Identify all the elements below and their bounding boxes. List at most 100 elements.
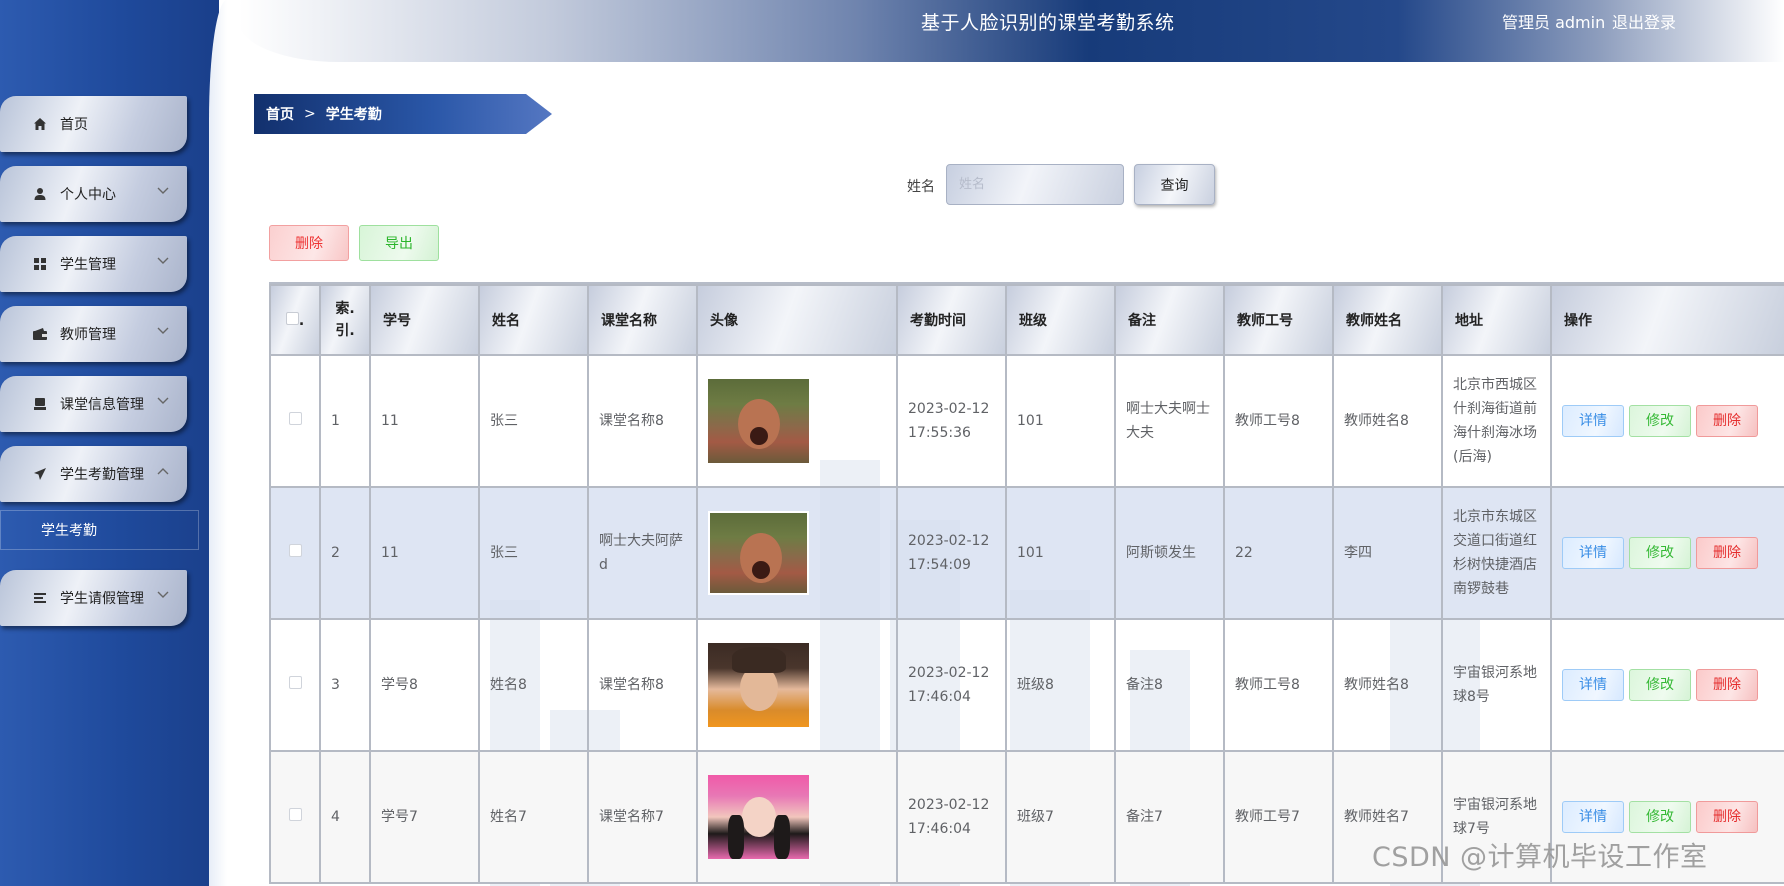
sidebar-item-teacher-management[interactable]: 教师管理	[0, 306, 187, 362]
sidebar: 首页 个人中心 学生管理 教师管理 课堂信息管理 学生考勤管理 学生考勤 学生请…	[0, 0, 227, 886]
row-time: 2023-02-12 17:46:04	[896, 618, 1007, 752]
app-title: 基于人脸识别的课堂考勤系统	[921, 12, 1175, 34]
row-index: 4	[319, 750, 371, 884]
row-teacher-name: 教师姓名8	[1332, 354, 1443, 488]
search-button[interactable]: 查询	[1134, 164, 1215, 205]
row-name: 姓名7	[478, 750, 589, 884]
current-user: 管理员 admin	[1502, 13, 1606, 32]
row-time: 2023-02-12 17:46:04	[896, 750, 1007, 884]
batch-delete-button[interactable]: 删除	[269, 225, 349, 261]
breadcrumb-home[interactable]: 首页	[266, 104, 294, 124]
row-course: 啊士大夫阿萨d	[587, 486, 698, 620]
csdn-watermark: CSDN @计算机毕设工作室	[1372, 842, 1708, 873]
row-time: 2023-02-12 17:54:09	[896, 486, 1007, 620]
sidebar-item-label: 学生考勤管理	[60, 467, 144, 483]
row-remark: 备注8	[1114, 618, 1225, 752]
edit-button[interactable]: 修改	[1629, 669, 1691, 701]
sidebar-item-label: 首页	[60, 117, 88, 133]
row-time-clock: 17:46:04	[908, 689, 971, 705]
detail-button[interactable]: 详情	[1562, 669, 1624, 701]
avatar-photo	[708, 511, 809, 595]
select-all-checkbox[interactable]	[285, 311, 299, 325]
row-course: 课堂名称8	[587, 618, 698, 752]
row-actions: 详情 修改 删除	[1550, 354, 1784, 488]
breadcrumb-current: 学生考勤	[325, 107, 382, 123]
row-student-no: 学号7	[369, 750, 480, 884]
row-checkbox[interactable]	[288, 412, 302, 425]
sidebar-item-label: 学生管理	[60, 257, 116, 273]
select-all-header[interactable]: .	[269, 284, 321, 356]
column-header-course: 课堂名称	[587, 284, 698, 356]
row-select-cell[interactable]	[269, 618, 321, 752]
row-time-clock: 17:55:36	[908, 425, 971, 441]
row-student-no: 11	[369, 354, 480, 488]
sidebar-menu: 首页 个人中心 学生管理 教师管理 课堂信息管理 学生考勤管理 学生考勤 学生请…	[0, 96, 199, 640]
row-class: 101	[1005, 354, 1116, 488]
column-header-teacher-name: 教师姓名	[1332, 284, 1443, 356]
row-index: 1	[319, 354, 371, 488]
sidebar-item-home[interactable]: 首页	[0, 96, 187, 152]
row-select-cell[interactable]	[269, 354, 321, 488]
sidebar-item-attendance-management[interactable]: 学生考勤管理	[0, 446, 187, 502]
row-checkbox[interactable]	[288, 808, 302, 821]
row-class: 101	[1005, 486, 1116, 620]
column-header-time: 考勤时间	[896, 284, 1007, 356]
home-icon	[30, 117, 50, 131]
chevron-down-icon	[157, 324, 169, 338]
detail-button[interactable]: 详情	[1562, 801, 1624, 833]
row-avatar-cell	[696, 750, 898, 884]
row-checkbox[interactable]	[288, 676, 302, 689]
row-remark: 阿斯顿发生	[1114, 486, 1225, 620]
wallet-icon	[30, 327, 50, 341]
submenu-item-student-attendance[interactable]: 学生考勤	[0, 510, 199, 550]
column-header-address: 地址	[1441, 284, 1552, 356]
name-search-input[interactable]	[946, 164, 1124, 205]
row-time-date: 2023-02-12	[908, 797, 990, 813]
attendance-table: . 索. 引. 学号 姓名 课堂名称 头像 考勤时间 班级 备注 教师工号 教师姓…	[269, 284, 1784, 884]
detail-button[interactable]: 详情	[1562, 537, 1624, 569]
edit-button[interactable]: 修改	[1629, 537, 1691, 569]
logout-link[interactable]: 退出登录	[1612, 9, 1676, 33]
detail-button[interactable]: 详情	[1562, 405, 1624, 437]
sidebar-item-label: 学生请假管理	[60, 591, 144, 607]
row-time-date: 2023-02-12	[908, 401, 990, 417]
row-select-cell[interactable]	[269, 486, 321, 620]
chevron-down-icon	[157, 394, 169, 408]
row-avatar-cell	[696, 618, 898, 752]
index-header-line2: 引.	[335, 323, 355, 339]
chevron-up-icon	[157, 464, 169, 478]
sidebar-item-personal-center[interactable]: 个人中心	[0, 166, 187, 222]
chevron-down-icon	[157, 254, 169, 268]
row-address: 北京市西城区什刹海街道前海什刹海冰场(后海)	[1441, 354, 1552, 488]
sidebar-item-leave-management[interactable]: 学生请假管理	[0, 570, 187, 626]
row-remark: 备注7	[1114, 750, 1225, 884]
column-header-remark: 备注	[1114, 284, 1225, 356]
row-select-cell[interactable]	[269, 750, 321, 884]
breadcrumb: 首页 > 学生考勤	[254, 94, 552, 134]
edit-button[interactable]: 修改	[1629, 405, 1691, 437]
row-teacher-name: 李四	[1332, 486, 1443, 620]
sidebar-item-label: 课堂信息管理	[60, 397, 144, 413]
delete-button[interactable]: 删除	[1696, 801, 1758, 833]
index-header-line1: 索.	[335, 301, 355, 317]
edit-button[interactable]: 修改	[1629, 801, 1691, 833]
delete-button[interactable]: 删除	[1696, 669, 1758, 701]
user-icon	[30, 187, 50, 201]
export-button[interactable]: 导出	[359, 225, 439, 261]
breadcrumb-separator: >	[304, 106, 316, 122]
row-teacher-no: 教师工号8	[1223, 618, 1334, 752]
row-checkbox[interactable]	[288, 544, 302, 557]
row-class: 班级8	[1005, 618, 1116, 752]
list-icon	[30, 591, 50, 605]
row-student-no: 学号8	[369, 618, 480, 752]
row-time-clock: 17:46:04	[908, 821, 971, 837]
avatar-photo	[708, 379, 809, 463]
sidebar-item-course-info-management[interactable]: 课堂信息管理	[0, 376, 187, 432]
sidebar-item-student-management[interactable]: 学生管理	[0, 236, 187, 292]
delete-button[interactable]: 删除	[1696, 405, 1758, 437]
attendance-table-container: . 索. 引. 学号 姓名 课堂名称 头像 考勤时间 班级 备注 教师工号 教师姓…	[269, 282, 1784, 886]
row-time-date: 2023-02-12	[908, 665, 990, 681]
row-avatar-cell	[696, 486, 898, 620]
row-time-date: 2023-02-12	[908, 533, 990, 549]
delete-button[interactable]: 删除	[1696, 537, 1758, 569]
